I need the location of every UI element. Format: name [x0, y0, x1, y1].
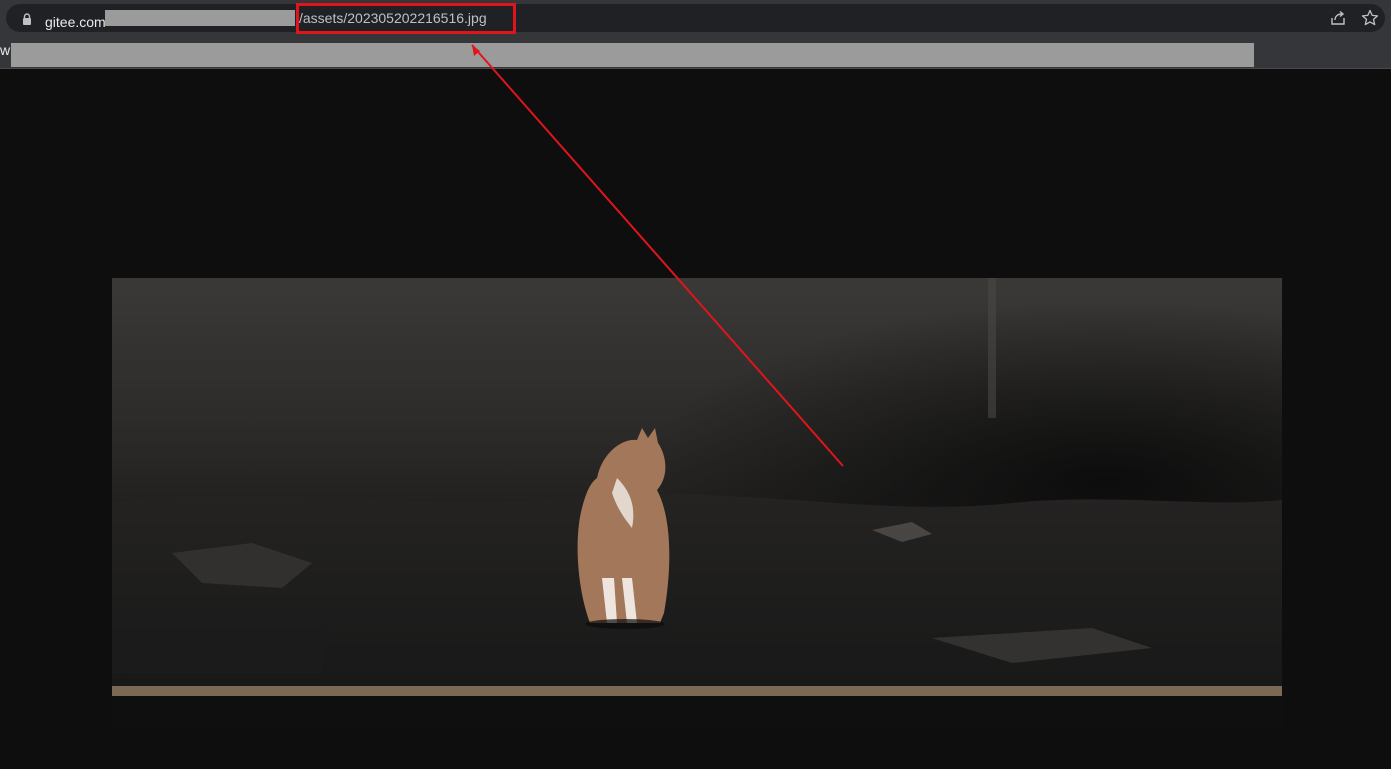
browser-toolbar: gitee.com /assets/202305202216516.jpg [0, 0, 1391, 36]
cat-photo [112, 278, 1282, 728]
star-icon[interactable] [1361, 9, 1379, 27]
bookmarks-bar: w [0, 36, 1391, 69]
redacted-bookmarks [11, 43, 1254, 67]
lock-icon[interactable] [22, 13, 32, 25]
redacted-url-segment [105, 10, 295, 26]
share-icon[interactable] [1329, 9, 1347, 27]
bookmark-item[interactable]: w [0, 42, 10, 58]
path-highlight-box [296, 3, 516, 34]
url-domain: gitee.com [45, 14, 106, 30]
